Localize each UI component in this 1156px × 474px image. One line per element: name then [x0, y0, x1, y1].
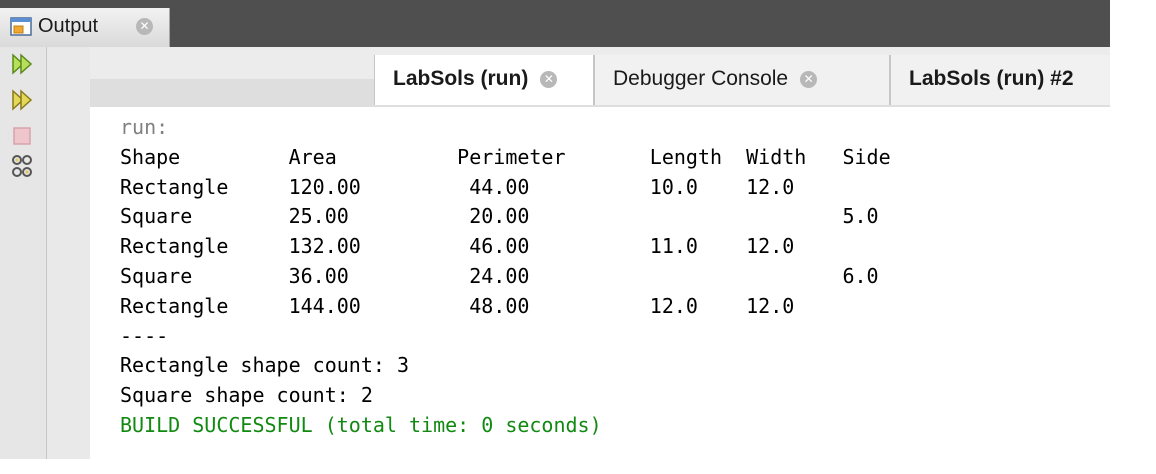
output-panel-tab[interactable]: Output ✕	[0, 8, 170, 48]
output-window-icon	[10, 17, 32, 36]
console-output[interactable]: run: Shape Area Perimeter Length Width S…	[90, 107, 1110, 459]
close-tab-icon[interactable]: ✕	[800, 71, 818, 88]
panel-gutter	[47, 47, 90, 459]
console-text: run: Shape Area Perimeter Length Width S…	[120, 113, 891, 441]
console-line: Rectangle 132.00 46.00 11.0 12.0	[120, 234, 795, 259]
rerun-icon[interactable]	[9, 51, 35, 77]
console-line: Square 36.00 24.00 6.0	[120, 263, 879, 288]
tab-labsols-run[interactable]: LabSols (run) ✕	[374, 55, 594, 105]
console-line: ----	[120, 323, 169, 348]
settings-icon[interactable]	[9, 153, 35, 179]
stop-icon[interactable]	[9, 123, 35, 149]
build-status-line: BUILD SUCCESSFUL (total time: 0 seconds)	[120, 412, 602, 437]
console-tab-bar: LabSols (run) ✕ Debugger Console ✕ LabSols…	[90, 47, 1110, 107]
rerun-with-options-icon[interactable]	[9, 87, 35, 113]
output-toolbar	[0, 47, 47, 459]
console-line: Rectangle 144.00 48.00 12.0 12.0	[120, 293, 795, 318]
tab-label: LabSols (run) #2	[909, 67, 1074, 90]
close-output-icon[interactable]: ✕	[136, 18, 153, 35]
tab-label: LabSols (run)	[393, 67, 529, 90]
tab-label: Debugger Console	[613, 67, 789, 90]
close-tab-icon[interactable]: ✕	[540, 71, 558, 88]
console-line: Square shape count: 2	[120, 383, 373, 408]
tab-debugger-console[interactable]: Debugger Console ✕	[594, 55, 890, 105]
console-line: Square 25.00 20.00 5.0	[120, 204, 879, 229]
console-line: Rectangle 120.00 44.00 10.0 12.0	[120, 174, 795, 199]
console-line: run:	[120, 115, 169, 139]
tab-labsols-run-2[interactable]: LabSols (run) #2	[890, 55, 1110, 105]
bottom-margin	[0, 459, 1110, 474]
output-panel-title: Output	[38, 15, 99, 37]
console-line: Shape Area Perimeter Length Width Side	[120, 144, 891, 169]
right-margin	[1110, 0, 1156, 474]
console-line: Rectangle shape count: 3	[120, 353, 409, 378]
